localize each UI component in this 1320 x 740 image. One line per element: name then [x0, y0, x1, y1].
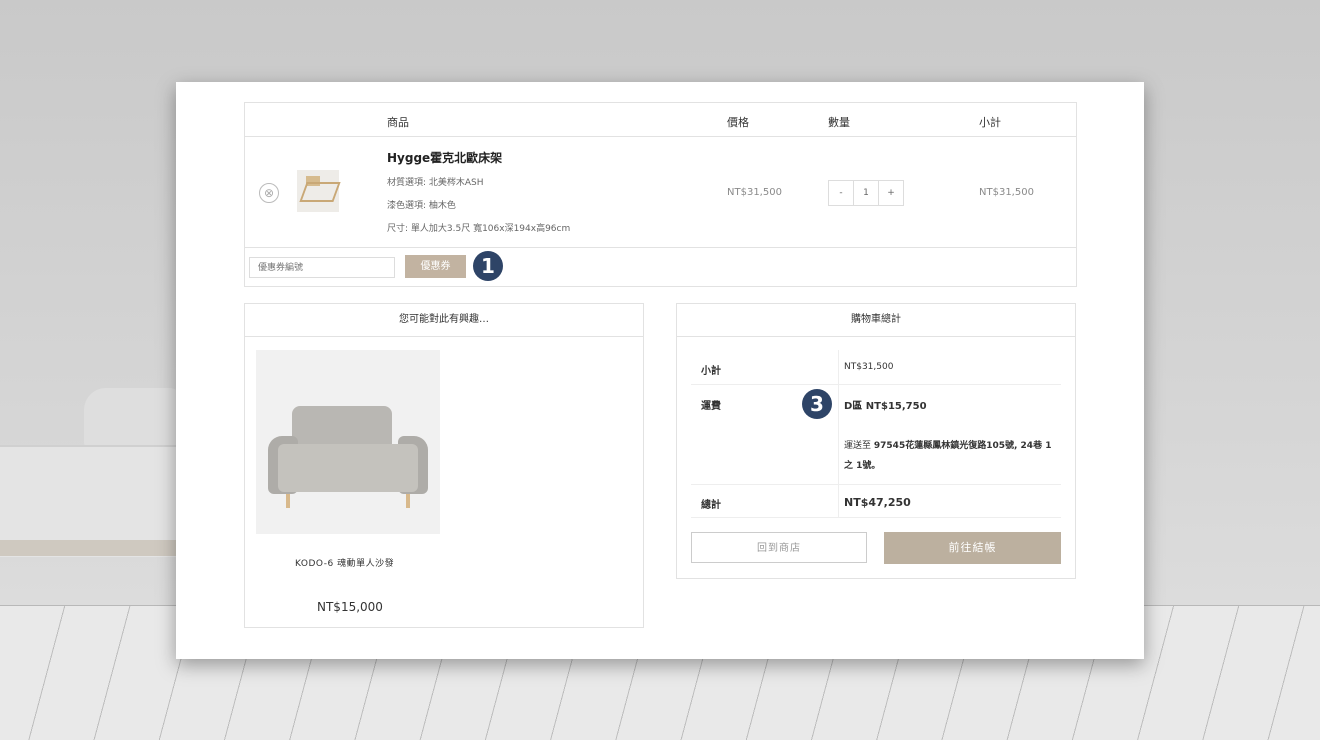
column-divider	[838, 485, 839, 517]
suggestions-title: 您可能對此有興趣…	[245, 304, 643, 337]
apply-coupon-button[interactable]: 優惠券	[405, 255, 466, 278]
product-option-size: 尺寸: 單人加大3.5尺 寬106x深194x高96cm	[387, 224, 571, 234]
shipping-destination: 運送至 97545花蓮縣鳳林鎮光復路105號, 24巷 1	[844, 438, 1051, 451]
shipping-destination-line2: 之 1號。	[844, 458, 880, 471]
quantity-stepper: - 1 +	[828, 180, 904, 206]
cart-totals-title: 購物車總計	[677, 304, 1075, 337]
bed-frame-shape	[299, 182, 341, 202]
sofa-backrest	[292, 406, 392, 448]
product-option-material: 材質選項: 北美梣木ASH	[387, 178, 484, 188]
coupon-code-input[interactable]: 優惠券編號	[249, 257, 395, 278]
totals-total-label: 總計	[701, 500, 721, 511]
cart-table: 商品 價格 數量 小計 ⊗ Hygge霍克北歐床架 材質選項: 北美梣木ASH …	[244, 102, 1077, 287]
cart-table-header: 商品 價格 數量 小計	[245, 103, 1076, 137]
product-thumbnail[interactable]	[297, 170, 341, 212]
return-to-shop-button[interactable]: 回到商店	[691, 532, 867, 563]
sofa-right-leg	[406, 494, 410, 508]
totals-subtotal-value: NT$31,500	[844, 362, 894, 372]
product-option-color: 漆色選項: 柚木色	[387, 201, 456, 211]
product-name[interactable]: Hygge霍克北歐床架	[387, 149, 502, 166]
quantity-input[interactable]: 1	[853, 181, 879, 205]
annotation-badge-1: 1	[473, 251, 503, 281]
totals-shipping-row: 運費 D區 NT$15,750 運送至 97545花蓮縣鳳林鎮光復路105號, …	[691, 385, 1061, 485]
sofa-seat	[278, 444, 418, 492]
shipping-address-line2: 之 1號	[844, 461, 872, 471]
header-price: 價格	[727, 116, 749, 129]
totals-total-value: NT$47,250	[844, 496, 911, 509]
item-subtotal: NT$31,500	[979, 187, 1034, 198]
cart-totals-panel: 購物車總計 小計 NT$31,500 運費 D區 NT$15,750 運送至 9…	[676, 303, 1076, 579]
shipping-suffix: 。	[871, 461, 881, 471]
sofa-product-image[interactable]	[256, 350, 440, 534]
suggestion-product-name[interactable]: KODO-6 魂動單人沙發	[295, 556, 394, 569]
annotation-badge-3: 3	[802, 389, 832, 419]
cart-page: 商品 價格 數量 小計 ⊗ Hygge霍克北歐床架 材質選項: 北美梣木ASH …	[176, 82, 1144, 659]
item-price: NT$31,500	[727, 187, 782, 198]
sofa-left-leg	[286, 494, 290, 508]
proceed-to-checkout-button[interactable]: 前往結帳	[884, 532, 1061, 564]
totals-grand-total-row: 總計 NT$47,250	[691, 485, 1061, 518]
shipping-address-line1: 97545花蓮縣鳳林鎮光復路105號, 24巷 1	[873, 441, 1052, 451]
background-bed-base	[0, 540, 180, 556]
header-quantity: 數量	[828, 116, 850, 129]
totals-subtotal-row: 小計 NT$31,500	[691, 350, 1061, 385]
header-product: 商品	[387, 116, 409, 129]
column-divider	[838, 385, 839, 484]
shipping-cost: NT$15,750	[865, 401, 927, 412]
cart-item-row: ⊗ Hygge霍克北歐床架 材質選項: 北美梣木ASH 漆色選項: 柚木色 尺寸…	[245, 137, 1076, 248]
column-divider	[838, 350, 839, 384]
remove-item-icon[interactable]: ⊗	[259, 183, 279, 203]
quantity-minus-button[interactable]: -	[829, 181, 853, 205]
shipping-rate: D區 NT$15,750	[844, 397, 927, 412]
totals-shipping-label: 運費	[701, 401, 721, 412]
suggestions-panel: 您可能對此有興趣… KODO-6 魂動單人沙發 NT$15,000	[244, 303, 644, 628]
quantity-plus-button[interactable]: +	[879, 181, 903, 205]
background-pillow	[84, 388, 180, 452]
shipping-prefix: 運送至	[844, 441, 872, 451]
header-subtotal: 小計	[979, 116, 1001, 129]
suggestion-product-price: NT$15,000	[317, 600, 383, 614]
totals-subtotal-label: 小計	[701, 366, 721, 377]
shipping-zone: D區	[844, 401, 863, 412]
